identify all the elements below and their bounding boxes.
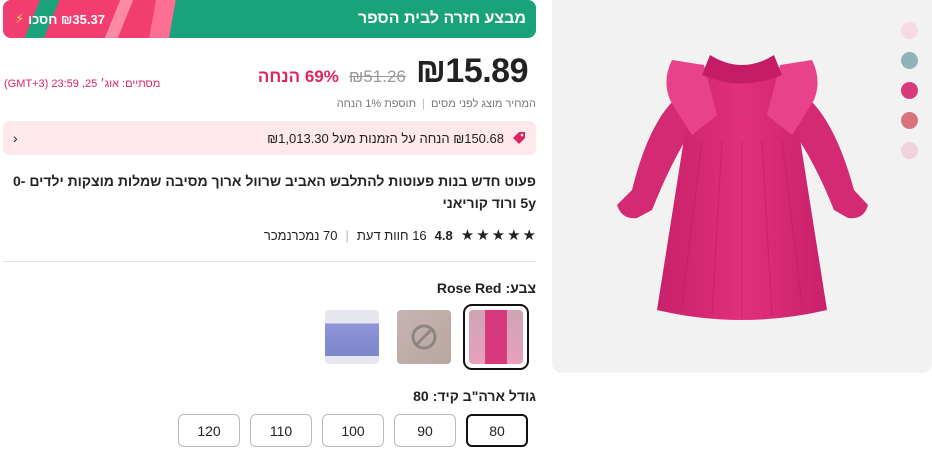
star-icon: ★: [476, 227, 490, 244]
size-selected: 80: [413, 388, 429, 404]
rating-row: ★ ★ ★ ★ ★ 4.8 16 חוות דעת | 70 נמכרנמכר: [264, 226, 536, 244]
color-dot-2[interactable]: [901, 52, 918, 69]
star-rating[interactable]: ★ ★ ★ ★ ★: [461, 226, 536, 244]
color-label-text: צבע:: [505, 280, 536, 296]
product-info: מבצע חזרה לבית הספר ₪35.37 חסכו ⚡ ₪15.89…: [0, 0, 538, 465]
product-title: פעוט חדש בנות פעוטות להתלבש האביב שרוול …: [12, 173, 536, 211]
size-option-120[interactable]: 120: [178, 414, 240, 447]
size-label-text: גודל ארה"ב קיד:: [432, 388, 536, 404]
swatch-unavailable[interactable]: [394, 307, 454, 367]
bolt-icon: ⚡: [15, 11, 25, 26]
star-icon: ★: [522, 227, 536, 244]
size-option-80[interactable]: 80: [466, 414, 528, 447]
swatch-purple-image: [325, 310, 379, 364]
color-label: צבע: Rose Red: [437, 280, 536, 296]
swatch-rose-red-image: [469, 310, 523, 364]
product-gallery: [552, 0, 932, 373]
promo-banner[interactable]: מבצע חזרה לבית הספר ₪35.37 חסכו ⚡: [3, 0, 536, 38]
discount-percent: 69% הנחה: [257, 67, 339, 86]
star-icon: ★: [507, 227, 521, 244]
original-price: ₪51.26: [348, 67, 406, 86]
size-label: גודל ארה"ב קיד: 80: [413, 388, 536, 404]
divider: [3, 261, 536, 262]
promo-savings: ₪35.37 חסכו ⚡: [15, 11, 105, 27]
size-options: 80 90 100 110 120: [178, 414, 528, 447]
current-price: ₪15.89: [415, 52, 529, 90]
tax-note: המחיר מוצג לפני מסים | תוספת 1% הנחה: [337, 98, 536, 110]
tax-separator: |: [422, 98, 425, 110]
extra-discount: תוספת 1% הנחה: [336, 98, 417, 110]
price-row: ₪15.89 ₪51.26 69% הנחה: [257, 52, 529, 91]
color-dot-4[interactable]: [901, 112, 918, 129]
tax-text: המחיר מוצג לפני מסים: [430, 98, 536, 110]
swatch-rose-red[interactable]: [463, 304, 529, 370]
color-dot-3[interactable]: [901, 82, 918, 99]
color-dot-5[interactable]: [901, 142, 918, 159]
size-option-100[interactable]: 100: [322, 414, 384, 447]
color-selected: Rose Red: [436, 280, 502, 296]
tag-icon: [513, 132, 525, 144]
savings-text: ₪35.37 חסכו: [28, 11, 105, 27]
swatch-purple[interactable]: [322, 307, 382, 367]
color-dot-1[interactable]: [901, 22, 918, 39]
sale-ends: מסתיים: אוג׳ 25, 23:59 (GMT+3): [4, 78, 161, 90]
color-thumbnail-dots: [901, 22, 918, 159]
rating-separator: |: [345, 227, 349, 243]
promo-title: מבצע חזרה לבית הספר: [358, 10, 526, 27]
star-icon: ★: [491, 227, 506, 244]
rating-value: 4.8: [434, 227, 453, 243]
sold-count: 70 נמכרנמכר: [263, 227, 338, 243]
reviews-link[interactable]: 16 חוות דעת: [357, 228, 427, 243]
star-icon: ★: [460, 227, 475, 244]
chevron-left-icon: ‹: [13, 130, 18, 146]
product-image[interactable]: [592, 20, 892, 360]
coupon-bar[interactable]: ₪150.68 הנחה על הזמנות מעל ₪1,013.30 ‹: [3, 121, 536, 155]
size-option-90[interactable]: 90: [394, 414, 456, 447]
unavailable-icon: [411, 324, 437, 350]
color-swatches: [322, 304, 529, 370]
coupon-text: ₪150.68 הנחה על הזמנות מעל ₪1,013.30: [267, 130, 504, 146]
size-option-110[interactable]: 110: [250, 414, 312, 447]
